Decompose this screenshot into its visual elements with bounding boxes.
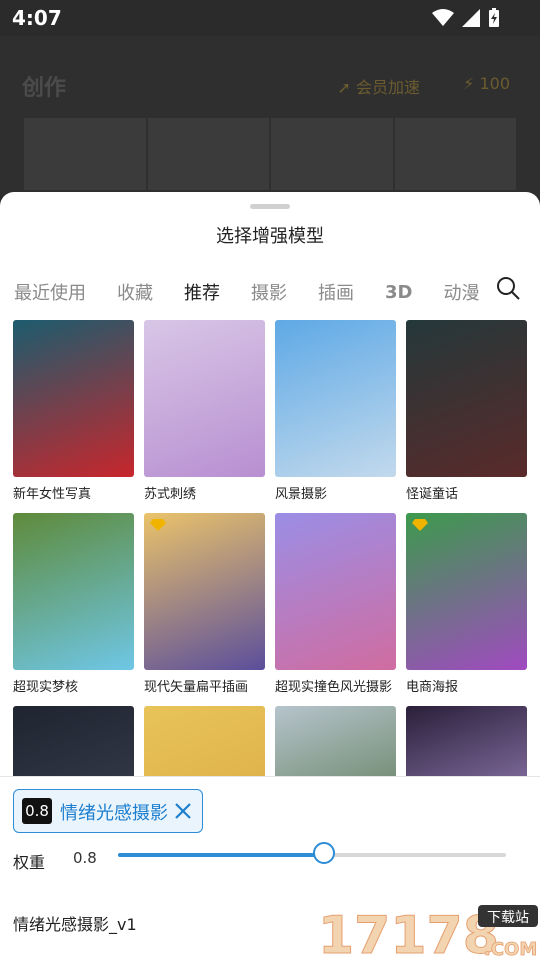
background-image (271, 118, 393, 190)
weight-slider-handle[interactable] (312, 842, 335, 864)
search-icon[interactable] (496, 276, 520, 300)
weight-slider-fill (118, 853, 324, 857)
model-thumbnail (13, 706, 134, 776)
vip-label: 会员加速 (355, 78, 420, 97)
drag-handle[interactable] (250, 204, 290, 209)
model-label: 风景摄影 (275, 487, 328, 502)
model-card[interactable] (275, 706, 396, 776)
watermark-tag: 下载站 (487, 910, 529, 926)
model-label: 新年女性写真 (13, 487, 92, 502)
weight-value: 0.8 (73, 849, 97, 867)
model-label: 超现实撞色风光摄影 (275, 680, 393, 695)
weight-label: 权重 (13, 853, 46, 872)
status-icons (432, 8, 500, 28)
weight-badge: 0.8 (22, 798, 52, 824)
status-bar: 4:07 (0, 0, 540, 36)
selected-model-chip[interactable]: 0.8 情绪光感摄影 (13, 789, 203, 833)
category-tabs: 最近使用 收藏 推荐 摄影 插画 3D 动漫 (14, 276, 510, 308)
tab-favorites[interactable]: 收藏 (117, 279, 153, 305)
model-thumbnail (13, 513, 134, 670)
background-image (24, 118, 146, 190)
model-label: 超现实梦核 (13, 680, 79, 695)
tab-illustration[interactable]: 插画 (318, 279, 354, 305)
model-card[interactable]: 风景摄影 (275, 320, 396, 502)
status-time: 4:07 (12, 6, 62, 30)
close-icon[interactable] (174, 802, 192, 820)
model-label: 怪诞童话 (406, 487, 459, 502)
model-card[interactable]: 电商海报 (406, 513, 527, 695)
tab-recommended[interactable]: 推荐 (184, 279, 220, 305)
model-version: 情绪光感摄影_v1 (13, 915, 137, 934)
site-watermark: 17178 下载站 .COM (318, 905, 538, 961)
tab-photography[interactable]: 摄影 (251, 279, 287, 305)
model-card[interactable] (13, 706, 134, 776)
model-thumbnail (275, 513, 396, 670)
model-picker-sheet: 选择增强模型 最近使用 收藏 推荐 摄影 插画 3D 动漫 新年女性写真 苏式刺绣… (0, 192, 540, 961)
tab-anime[interactable]: 动漫 (443, 279, 479, 305)
model-card[interactable]: 怪诞童话 (406, 320, 527, 502)
model-card[interactable]: 新年女性写真 (13, 320, 134, 502)
diamond-icon (150, 519, 166, 531)
model-card[interactable]: 超现实梦核 (13, 513, 134, 695)
background-image (147, 118, 269, 190)
tab-3d[interactable]: 3D (385, 282, 412, 303)
model-card[interactable]: 现代矢量扁平插画 (144, 513, 265, 695)
watermark-number: 17178 (318, 906, 499, 961)
watermark-suffix: .COM (484, 939, 537, 960)
credits-badge: ⚡ 100 (463, 74, 510, 93)
model-label: 苏式刺绣 (144, 487, 197, 502)
model-thumbnail (275, 706, 396, 776)
model-card[interactable] (144, 706, 265, 776)
weight-slider[interactable] (118, 842, 506, 864)
lightning-icon: ⚡ (463, 74, 475, 93)
diamond-icon (412, 519, 428, 531)
model-label: 电商海报 (406, 680, 459, 695)
model-thumbnail (144, 513, 265, 670)
model-grid: 新年女性写真 苏式刺绣 风景摄影 怪诞童话超现实梦核 现代矢量扁平插画 超现实撞色风光摄影… (13, 320, 527, 776)
background-image (394, 118, 516, 190)
rocket-icon: ➚ (337, 78, 351, 97)
model-thumbnail (406, 320, 527, 477)
model-label: 现代矢量扁平插画 (144, 680, 249, 695)
model-thumbnail (406, 706, 527, 776)
model-card[interactable]: 苏式刺绣 (144, 320, 265, 502)
model-card[interactable] (406, 706, 527, 776)
model-card[interactable]: 超现实撞色风光摄影 (275, 513, 396, 695)
model-thumbnail (275, 320, 396, 477)
model-thumbnail (13, 320, 134, 477)
selected-model-name: 情绪光感摄影 (60, 803, 168, 824)
selection-panel: 0.8 情绪光感摄影 权重 0.8 情绪光感摄影_v1 17178 下载站 .C… (0, 776, 540, 961)
model-thumbnail (144, 320, 265, 477)
battery-icon (489, 8, 499, 27)
signal-icon (462, 9, 480, 27)
background-image-strip (24, 118, 516, 190)
vip-speedup-button: ➚ 会员加速 (337, 74, 420, 98)
sheet-title: 选择增强模型 (216, 226, 324, 247)
model-thumbnail (144, 706, 265, 776)
credits-value: 100 (479, 74, 510, 93)
model-thumbnail (406, 513, 527, 670)
tab-recent[interactable]: 最近使用 (14, 279, 86, 305)
wifi-icon (432, 9, 454, 26)
background-title: 创作 (22, 76, 67, 101)
